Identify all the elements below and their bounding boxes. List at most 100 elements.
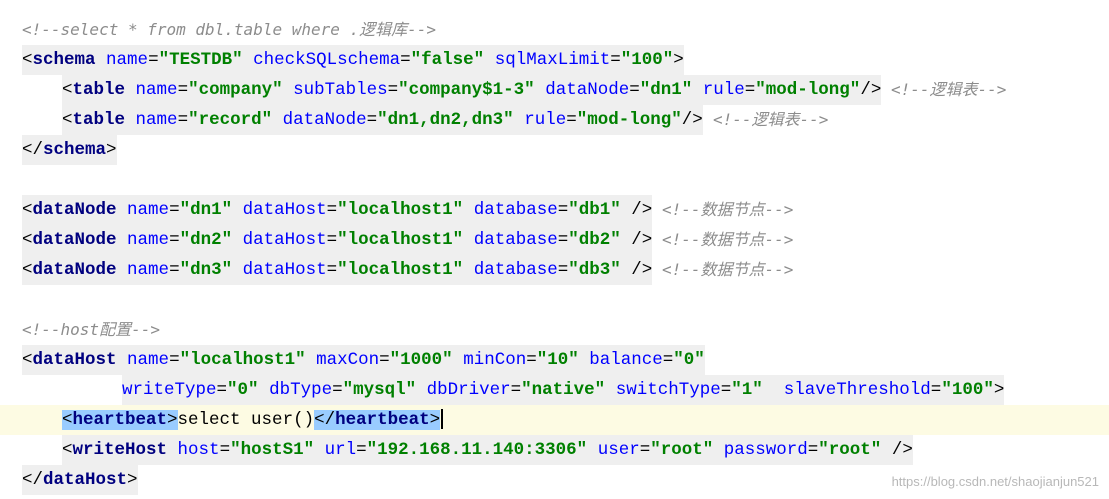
- code-token: name: [135, 110, 178, 130]
- code-token: writeType: [122, 380, 217, 400]
- code-line[interactable]: <heartbeat>select user()</heartbeat>: [0, 405, 1109, 435]
- code-token: =: [366, 110, 378, 130]
- code-line[interactable]: </schema>: [0, 135, 1109, 165]
- code-token: =: [629, 80, 640, 100]
- code-token: =: [332, 380, 343, 400]
- code-token: />: [631, 200, 653, 220]
- code-comment: <!--select * from dbl.table where .逻辑库--…: [22, 20, 437, 39]
- code-token: =: [744, 80, 756, 100]
- code-line-text: <table name="record" dataNode="dn1,dn2,d…: [62, 105, 703, 135]
- code-token: "hostS1": [230, 440, 315, 460]
- code-line-text: <dataNode name="dn3" dataHost="localhost…: [22, 255, 653, 285]
- code-token: =: [326, 200, 338, 220]
- code-line[interactable]: <table name="record" dataNode="dn1,dn2,d…: [0, 105, 1109, 135]
- code-token: "dn1,dn2,dn3": [377, 110, 514, 130]
- code-token: "root": [818, 440, 882, 460]
- code-token: "dn2": [179, 230, 233, 250]
- code-token: table: [72, 80, 126, 100]
- code-token: balance: [589, 350, 663, 370]
- code-token: schema: [43, 140, 107, 160]
- code-token: =: [526, 350, 537, 370]
- code-token: sqlMaxLimit: [494, 50, 611, 70]
- code-token: dbDriver: [426, 380, 511, 400]
- code-token: select user(): [177, 410, 315, 430]
- code-token: "localhost1": [337, 230, 464, 250]
- code-token: =: [566, 110, 577, 130]
- code-token: =: [720, 380, 732, 400]
- code-token: "TESTDB": [158, 50, 243, 70]
- code-token: =: [216, 380, 228, 400]
- code-token: "company$1-3": [398, 80, 535, 100]
- code-token: =: [930, 380, 942, 400]
- code-comment: <!--数据节点-->: [662, 260, 794, 279]
- code-line[interactable]: <writeHost host="hostS1" url="192.168.11…: [0, 435, 1109, 465]
- code-line[interactable]: <dataNode name="dn3" dataHost="localhost…: [0, 255, 1109, 285]
- code-token: table: [72, 110, 126, 130]
- code-token: url: [324, 440, 357, 460]
- code-line[interactable]: <table name="company" subTables="company…: [0, 75, 1109, 105]
- code-token: rule: [524, 110, 567, 130]
- code-token: =: [387, 80, 399, 100]
- code-line[interactable]: <schema name="TESTDB" checkSQLschema="fa…: [0, 45, 1109, 75]
- code-token: "false": [410, 50, 485, 70]
- code-token: =: [356, 440, 367, 460]
- code-token: name: [127, 260, 170, 280]
- code-token: =: [326, 260, 338, 280]
- code-line[interactable]: <dataHost name="localhost1" maxCon="1000…: [0, 345, 1109, 375]
- code-token: name: [135, 80, 178, 100]
- code-token: "0": [227, 380, 259, 400]
- code-token: <: [22, 230, 33, 250]
- code-comment: <!--数据节点-->: [662, 230, 794, 249]
- code-line[interactable]: [0, 285, 1109, 315]
- code-line[interactable]: [0, 165, 1109, 195]
- code-token: "db1": [568, 200, 621, 220]
- code-line[interactable]: writeType="0" dbType="mysql" dbDriver="n…: [0, 375, 1109, 405]
- code-token: />: [631, 230, 653, 250]
- code-line[interactable]: <!--select * from dbl.table where .逻辑库--…: [0, 15, 1109, 45]
- code-token: />: [681, 110, 703, 130]
- code-token: name: [127, 200, 170, 220]
- code-token: writeHost: [72, 440, 168, 460]
- code-comment: <!--数据节点-->: [662, 200, 794, 219]
- code-line[interactable]: <!--host配置-->: [0, 315, 1109, 345]
- code-line-text: <!--select * from dbl.table where .逻辑库--…: [22, 15, 436, 45]
- code-line-text: <schema name="TESTDB" checkSQLschema="fa…: [22, 45, 684, 75]
- code-token: =: [610, 50, 621, 70]
- code-token: =: [169, 200, 180, 220]
- code-token: </: [22, 140, 44, 160]
- code-token: <: [22, 200, 33, 220]
- code-token: />: [860, 80, 882, 100]
- code-line[interactable]: <dataNode name="dn1" dataHost="localhost…: [0, 195, 1109, 225]
- code-token: dataHost: [32, 350, 117, 370]
- code-token: name: [127, 230, 170, 250]
- code-token: "192.168.11.140:3306": [366, 440, 588, 460]
- code-token: <: [22, 50, 33, 70]
- code-token: database: [473, 260, 558, 280]
- code-line[interactable]: <dataNode name="dn2" dataHost="localhost…: [0, 225, 1109, 255]
- code-editor[interactable]: <!--select * from dbl.table where .逻辑库--…: [0, 0, 1109, 499]
- code-token: <: [22, 260, 33, 280]
- code-token: >: [106, 140, 117, 160]
- code-token: >: [673, 50, 684, 70]
- code-token: "mod-long": [576, 110, 682, 130]
- code-line-text: writeType="0" dbType="mysql" dbDriver="n…: [122, 375, 1005, 405]
- code-token: </: [22, 470, 44, 490]
- code-token: database: [473, 230, 558, 250]
- code-token: user: [597, 440, 640, 460]
